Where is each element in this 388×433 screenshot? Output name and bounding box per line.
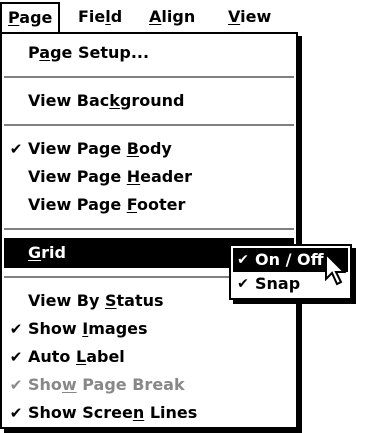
menu-item-view-page-body-label: View Page Body <box>28 139 172 158</box>
menu-item-view-page-body[interactable]: ✔ View Page Body <box>4 134 294 164</box>
menu-separator <box>4 124 294 127</box>
menu-item-auto-label-label: Auto Label <box>28 347 125 366</box>
menubar-field-text-a: Fie <box>78 7 106 26</box>
menu-item-view-background[interactable]: View Background <box>4 86 294 116</box>
menubar-align-text-b: lign <box>161 7 196 26</box>
checkmark-icon: ✔ <box>9 320 23 338</box>
checkmark-icon: ✔ <box>9 348 23 366</box>
checkmark-icon: ✔ <box>9 140 23 158</box>
menubar-view-accel: V <box>228 7 241 26</box>
menu-item-view-by-status-label: View By Status <box>28 291 164 310</box>
menu-separator <box>4 228 294 231</box>
menubar-view[interactable]: View <box>222 2 277 32</box>
checkmark-icon: ✔ <box>237 276 249 292</box>
menubar-view-text-b: iew <box>240 7 272 26</box>
checkmark-icon: ✔ <box>9 376 23 394</box>
menu-separator <box>4 76 294 79</box>
menubar-page-accel: P <box>8 8 20 27</box>
menubar-page[interactable]: Page <box>0 2 61 32</box>
menu-item-show-screen-lines[interactable]: ✔ Show Screen Lines <box>4 398 294 428</box>
menu-item-show-images[interactable]: ✔ Show Images <box>4 314 294 344</box>
submenu-item-snap-label: Snap <box>255 274 301 293</box>
menu-item-show-screen-lines-label: Show Screen Lines <box>28 403 198 422</box>
menubar-field-text-b: d <box>110 7 123 26</box>
menu-item-page-setup-label: Page Setup... <box>28 43 150 62</box>
menu-item-page-setup[interactable]: Page Setup... <box>4 38 294 68</box>
page-menu-dropdown: Page Setup... View Background ✔ View Pag… <box>0 32 298 429</box>
menu-item-view-page-footer-label: View Page Footer <box>28 195 186 214</box>
checkmark-icon: ✔ <box>9 404 23 422</box>
checkmark-icon: ✔ <box>237 252 249 268</box>
menu-item-show-page-break-label: Show Page Break <box>28 375 185 394</box>
menubar-field[interactable]: Field <box>72 2 128 32</box>
menubar-align-accel: A <box>149 7 162 26</box>
menu-item-show-page-break: ✔ Show Page Break <box>4 370 294 400</box>
menu-item-grid-label: Grid <box>28 243 66 262</box>
menubar-page-text-b: age <box>19 8 53 27</box>
menu-bar: Page Field Align View <box>0 0 298 34</box>
menu-item-view-page-header-label: View Page Header <box>28 167 192 186</box>
menu-item-show-images-label: Show Images <box>28 319 148 338</box>
menu-item-view-background-label: View Background <box>28 91 185 110</box>
submenu-item-on-off-label: On / Off <box>255 250 324 269</box>
menubar-align[interactable]: Align <box>143 2 201 32</box>
arrow-pointer-icon <box>325 252 347 286</box>
menu-item-auto-label[interactable]: ✔ Auto Label <box>4 342 294 372</box>
menu-item-view-page-footer[interactable]: View Page Footer <box>4 190 294 220</box>
menu-item-view-page-header[interactable]: View Page Header <box>4 162 294 192</box>
